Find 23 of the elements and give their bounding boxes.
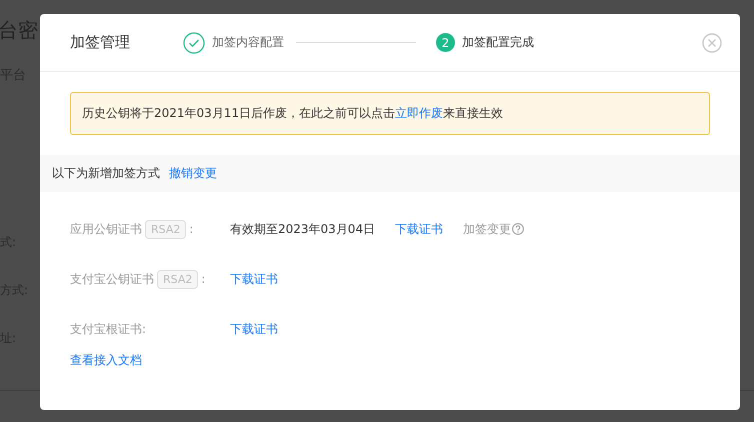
alert-message: 历史公钥将于2021年03月11日后作废，在此之前可以点击立即作废来直接生效 [82, 105, 504, 122]
dialog-title: 加签管理 [70, 33, 131, 52]
expiry-text: 有效期至2023年03月04日 [230, 220, 376, 238]
field-label: 支付宝公钥证书 [70, 270, 154, 288]
label-colon: : [201, 272, 206, 286]
label-colon: : [189, 222, 194, 236]
docs-link[interactable]: 查看接入文档 [70, 352, 142, 369]
download-link[interactable]: 下载证书 [395, 220, 444, 238]
field-label: 支付宝根证书: [70, 320, 146, 338]
close-icon[interactable] [702, 32, 722, 52]
step-number: 2 [436, 33, 455, 52]
download-link[interactable]: 下载证书 [230, 320, 278, 338]
step-label: 加签内容配置 [212, 34, 284, 51]
undo-change-link[interactable]: 撤销变更 [169, 165, 217, 182]
step-label: 加签配置完成 [462, 34, 534, 51]
algorithm-tag: RSA2 [157, 270, 198, 288]
field-label: 应用公钥证书 [70, 220, 142, 238]
download-link[interactable]: 下载证书 [230, 270, 278, 288]
section-text: 以下为新增加签方式 [52, 165, 160, 182]
help-icon[interactable] [512, 223, 524, 235]
algorithm-tag: RSA2 [145, 220, 186, 238]
revoke-now-link[interactable]: 立即作废 [395, 106, 444, 120]
change-link[interactable]: 加签变更 [463, 220, 512, 238]
